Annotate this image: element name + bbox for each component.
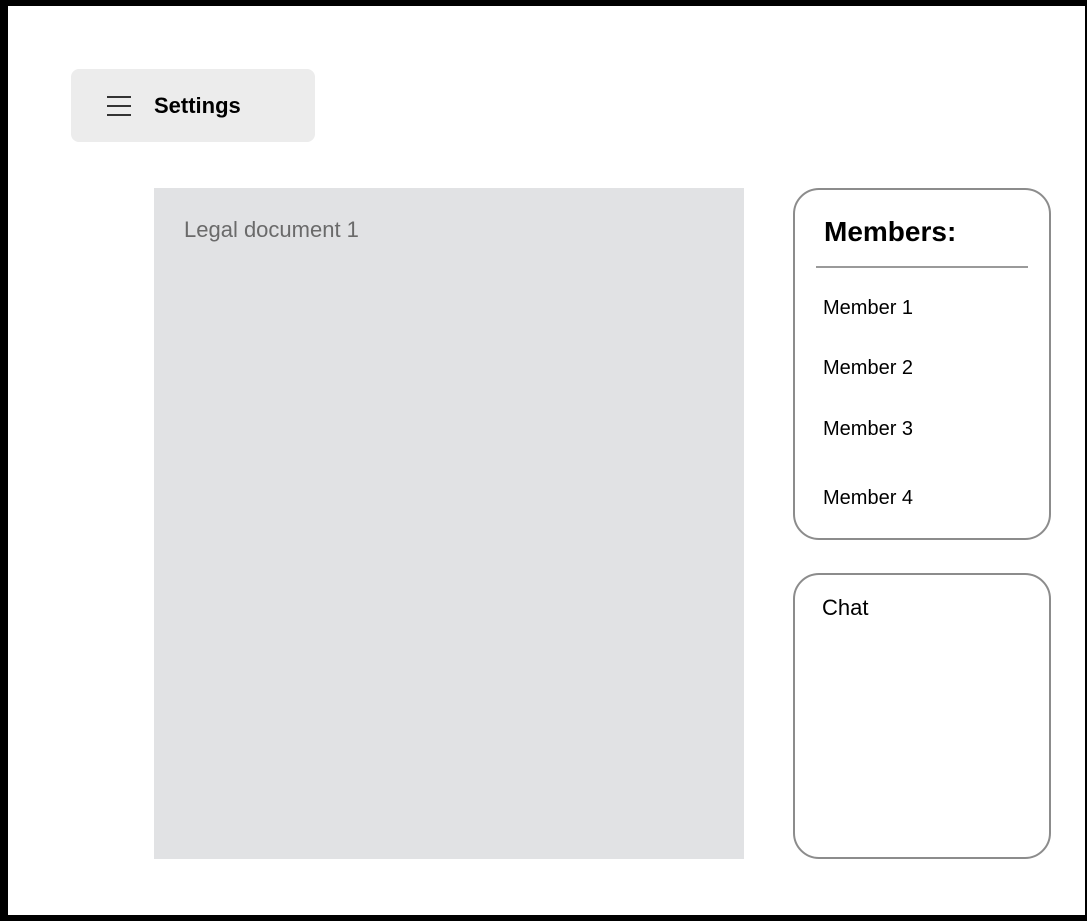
document-title: Legal document 1 — [184, 217, 359, 242]
members-divider — [816, 266, 1028, 268]
member-item[interactable]: Member 1 — [823, 296, 913, 320]
settings-button[interactable]: Settings — [71, 69, 315, 142]
hamburger-menu-icon — [107, 95, 131, 116]
chat-label: Chat — [822, 595, 869, 620]
settings-label: Settings — [154, 93, 241, 118]
app-window: Settings Legal document 1 Members: Membe… — [0, 0, 1087, 921]
chat-panel[interactable]: Chat — [793, 573, 1051, 859]
members-heading: Members: — [824, 216, 957, 247]
member-item[interactable]: Member 3 — [823, 417, 913, 441]
member-item[interactable]: Member 2 — [823, 356, 913, 380]
member-item[interactable]: Member 4 — [823, 486, 913, 510]
members-panel: Members: Member 1 Member 2 Member 3 Memb… — [793, 188, 1051, 540]
document-viewer[interactable]: Legal document 1 — [154, 188, 744, 859]
